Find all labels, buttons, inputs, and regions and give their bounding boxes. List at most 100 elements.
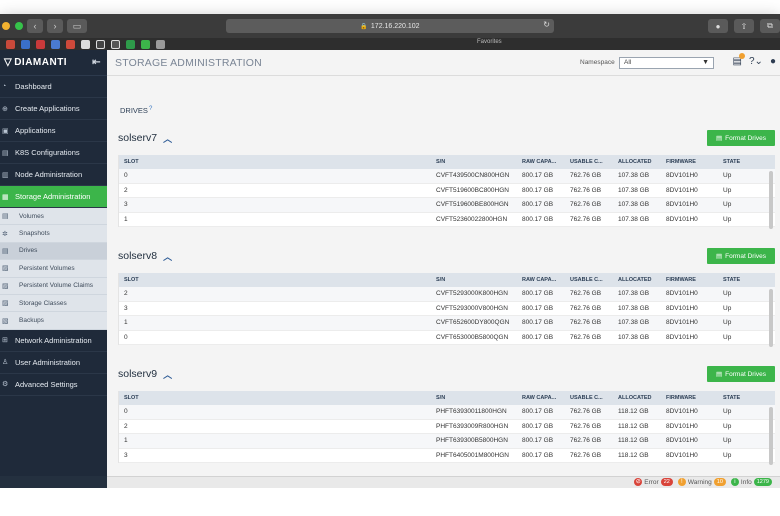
column-header-usable[interactable]: USABLE C... (566, 277, 614, 283)
favorite-icon[interactable] (96, 39, 105, 49)
sidebar-toggle-icon[interactable]: ▭ (67, 19, 87, 33)
favorite-icon[interactable] (81, 39, 90, 49)
help-icon[interactable]: ? (149, 106, 152, 112)
favorite-icon[interactable] (36, 39, 45, 49)
table-row[interactable]: 3 CVFT519600BE800HGN 800.17 GB 762.76 GB 107… (119, 198, 775, 213)
column-header-allocated[interactable]: ALLOCATED (614, 395, 662, 401)
notifications-icon[interactable]: ▤ (733, 53, 745, 67)
minimize-dot[interactable] (2, 22, 10, 30)
sidebar-subitem-persistent-volumes[interactable]: ▨ Persistent Volumes (0, 260, 107, 278)
reload-icon[interactable]: ↻ (543, 20, 550, 29)
column-header-slot[interactable]: SLOT (119, 277, 431, 283)
user-avatar-icon[interactable]: ● (770, 56, 776, 67)
brand-logo[interactable]: ▽ DIAMANTI ⇤ (0, 50, 107, 76)
column-header-slot[interactable]: SLOT (119, 159, 431, 165)
sidebar-subitem-label: Persistent Volumes (19, 264, 75, 272)
column-header-sn[interactable]: S/N (431, 277, 518, 283)
drives-table: SLOT S/N RAW CAPA... USABLE C... ALLOCATED FI… (118, 391, 775, 465)
zoom-dot[interactable] (15, 22, 23, 30)
chevron-up-icon[interactable]: ︿ (163, 250, 172, 263)
pvc-icon: ▨ (2, 282, 9, 290)
table-row[interactable]: 2 CVFT5293000K800HGN 800.17 GB 762.76 GB 107… (119, 287, 775, 302)
table-row[interactable]: 3 PHFT6405001M800HGN 800.17 GB 762.76 GB 118… (119, 449, 775, 464)
download-icon[interactable]: ● (708, 19, 728, 33)
cell-slot: 3 (124, 452, 128, 460)
forward-icon[interactable]: › (47, 19, 63, 33)
column-header-usable[interactable]: USABLE C... (566, 159, 614, 165)
table-row[interactable]: 3 CVFT5293000V800HGN 800.17 GB 762.76 GB 107… (119, 302, 775, 317)
sidebar-subitem-persistent-volume-claims[interactable]: ▨ Persistent Volume Claims (0, 277, 107, 295)
column-header-allocated[interactable]: ALLOCATED (614, 159, 662, 165)
chevron-up-icon[interactable]: ︿ (163, 132, 172, 145)
sidebar-subitem-drives[interactable]: ▤ Drives (0, 242, 107, 261)
back-icon[interactable]: ‹ (27, 19, 43, 33)
favorite-icon[interactable] (51, 39, 60, 49)
column-header-state[interactable]: STATE (719, 277, 769, 283)
warning-status[interactable]: ! Warning 10 (677, 478, 726, 486)
table-row[interactable]: 1 CVFT652600DY800QGN 800.17 GB 762.76 GB 107… (119, 316, 775, 331)
sidebar-subitem-snapshots[interactable]: ✲ Snapshots (0, 225, 107, 243)
table-row[interactable]: 0 CVFT439500CN800HGN 800.17 GB 762.76 GB 107… (119, 169, 775, 184)
chevron-up-icon[interactable]: ︿ (163, 368, 172, 381)
sidebar-item-node-administration[interactable]: ▥ Node Administration (0, 164, 107, 186)
format-drives-button[interactable]: ▤ Format Drives (707, 130, 775, 146)
column-header-state[interactable]: STATE (719, 159, 769, 165)
favorites-label[interactable]: Favorites (477, 39, 502, 45)
column-header-firmware[interactable]: FIRMWARE (662, 159, 719, 165)
column-header-raw[interactable]: RAW CAPA... (518, 159, 566, 165)
node-section-solserv8: solserv8 ︿ ▤ Format Drives SLOT S/N RAW CAP… (118, 245, 777, 347)
node-header: solserv7 ︿ ▤ Format Drives (118, 127, 777, 149)
sidebar-item-create-applications[interactable]: ⊕ Create Applications (0, 98, 107, 120)
error-status[interactable]: ⊘ Error 22 (634, 478, 673, 486)
table-row[interactable]: 0 PHFT63930011800HGN 800.17 GB 762.76 GB 118… (119, 405, 775, 420)
favorite-icon[interactable] (21, 39, 30, 49)
url-bar[interactable]: 🔒 172.16.220.102 ↻ (226, 19, 554, 33)
sidebar-item-user-administration[interactable]: ♙ User Administration (0, 352, 107, 374)
column-header-raw[interactable]: RAW CAPA... (518, 277, 566, 283)
favorite-icon[interactable] (141, 39, 150, 49)
table-row[interactable]: 2 CVFT519600BC800HGN 800.17 GB 762.76 GB 107… (119, 184, 775, 199)
help-menu-icon[interactable]: ?⌄ (749, 56, 763, 67)
share-icon[interactable]: ⇧ (734, 19, 754, 33)
sidebar-item-network-administration[interactable]: ⊞ Network Administration (0, 330, 107, 352)
table-row[interactable]: 1 PHFT639300B5800HGN 800.17 GB 762.76 GB 118… (119, 434, 775, 449)
format-drives-button[interactable]: ▤ Format Drives (707, 248, 775, 264)
table-row[interactable]: 2 PHFT6393009R800HGN 800.17 GB 762.76 GB 118… (119, 420, 775, 435)
table-scrollbar[interactable] (769, 407, 773, 465)
table-scrollbar[interactable] (769, 289, 773, 347)
column-header-firmware[interactable]: FIRMWARE (662, 277, 719, 283)
sidebar-subitem-backups[interactable]: ▧ Backups (0, 312, 107, 330)
favorite-icon[interactable] (111, 39, 120, 49)
sidebar-item-storage-administration[interactable]: ▦ Storage Administration (0, 186, 107, 208)
sidebar-item-k8s-configurations[interactable]: ▤ K8S Configurations (0, 142, 107, 164)
favorite-icon[interactable] (156, 39, 165, 49)
sidebar-item-advanced-settings[interactable]: ⚙ Advanced Settings (0, 374, 107, 396)
info-status[interactable]: i Info 1279 (730, 478, 772, 486)
tab-drives[interactable]: DRIVES? (120, 106, 152, 115)
table-row[interactable]: 1 CVFT52360022800HGN 800.17 GB 762.76 GB 107… (119, 213, 775, 228)
sidebar-subitem-volumes[interactable]: ▤ Volumes (0, 208, 107, 226)
namespace-select[interactable]: All ▼ (619, 57, 714, 69)
drives-icon: ▤ (2, 247, 9, 255)
favorite-icon[interactable] (6, 39, 15, 49)
table-row[interactable]: 0 CVFT653000B5800QGN 800.17 GB 762.76 GB 107… (119, 331, 775, 346)
cell-firmware: 8DV101H0 (666, 334, 698, 342)
collapse-menu-icon[interactable]: ⇤ (92, 57, 101, 68)
tabs-icon[interactable]: ⧉ (760, 19, 780, 33)
column-header-firmware[interactable]: FIRMWARE (662, 395, 719, 401)
favorite-icon[interactable] (126, 39, 135, 49)
sidebar-item-dashboard[interactable]: ◔ Dashboard (0, 76, 107, 98)
column-header-allocated[interactable]: ALLOCATED (614, 277, 662, 283)
sidebar-subitem-storage-classes[interactable]: ▨ Storage Classes (0, 294, 107, 313)
sidebar-item-applications[interactable]: ▣ Applications (0, 120, 107, 142)
table-scrollbar[interactable] (769, 171, 773, 229)
favorite-icon[interactable] (66, 39, 75, 49)
column-header-sn[interactable]: S/N (431, 395, 518, 401)
column-header-sn[interactable]: S/N (431, 159, 518, 165)
column-header-slot[interactable]: SLOT (119, 395, 431, 401)
column-header-state[interactable]: STATE (719, 395, 769, 401)
format-drives-button[interactable]: ▤ Format Drives (707, 366, 775, 382)
column-header-usable[interactable]: USABLE C... (566, 395, 614, 401)
cell-allocated: 118.12 GB (618, 408, 649, 416)
column-header-raw[interactable]: RAW CAPA... (518, 395, 566, 401)
